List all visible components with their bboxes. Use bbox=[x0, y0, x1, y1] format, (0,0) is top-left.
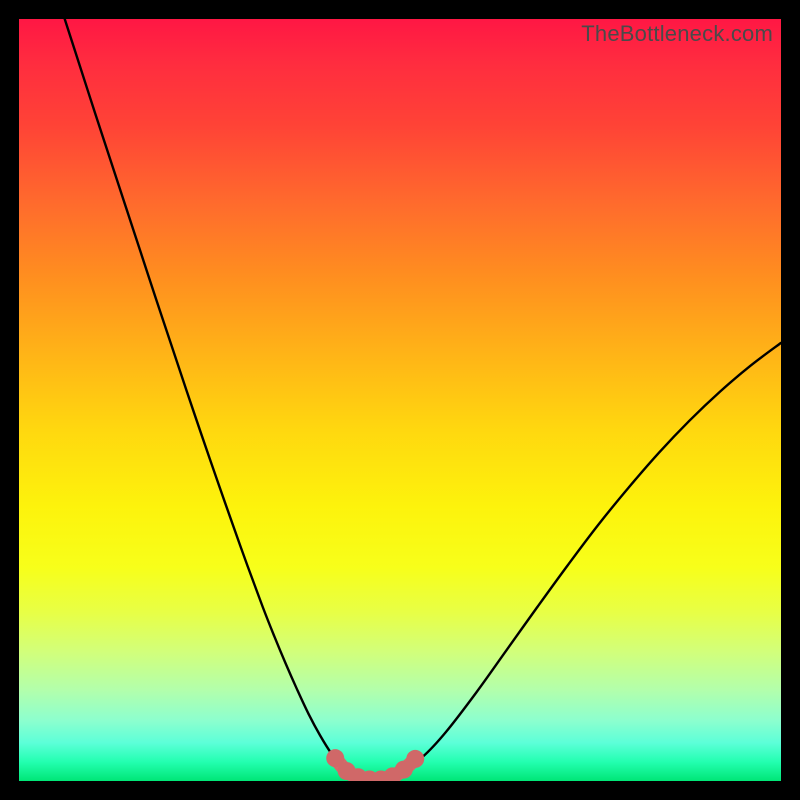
optimal-zone-dots bbox=[326, 749, 424, 781]
bottleneck-curve bbox=[19, 19, 781, 781]
plot-area: TheBottleneck.com bbox=[19, 19, 781, 781]
chart-frame: TheBottleneck.com bbox=[0, 0, 800, 800]
